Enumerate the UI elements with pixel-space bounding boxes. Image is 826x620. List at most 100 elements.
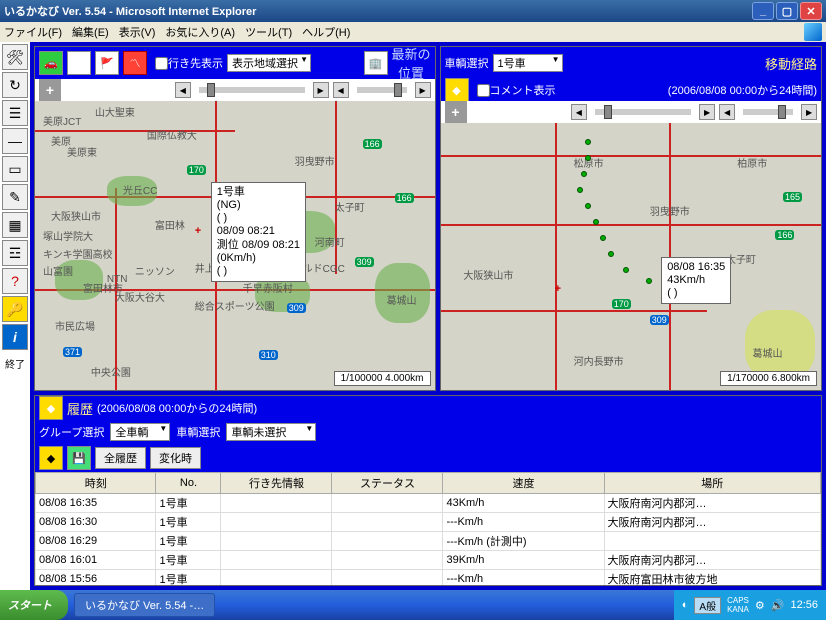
- table-row[interactable]: 08/08 16:011号車39Km/h大阪府南河内郡河…: [36, 551, 821, 570]
- right-map-canvas[interactable]: 松原市 柏原市 羽曳野市 太子町 大阪狭山市 河内長野市 葛城山 165 166…: [441, 123, 821, 390]
- menu-file[interactable]: ファイル(F): [4, 24, 62, 40]
- right-slider1-dec[interactable]: ◀: [571, 104, 587, 120]
- left-tool-zigzag-icon[interactable]: 〽: [123, 51, 147, 75]
- left-slider1[interactable]: [199, 87, 305, 93]
- window-maximize-button[interactable]: ▢: [776, 2, 798, 20]
- region-select-dropdown[interactable]: 表示地域選択: [227, 54, 311, 72]
- col-time[interactable]: 時刻: [36, 473, 156, 494]
- tool-rect[interactable]: ▭: [2, 156, 28, 182]
- history-change-button[interactable]: 変化時: [150, 447, 201, 469]
- tool-info[interactable]: i: [2, 324, 28, 350]
- table-row[interactable]: 08/08 16:291号車---Km/h (計測中): [36, 532, 821, 551]
- map-label: 光丘CC: [123, 182, 157, 197]
- left-crosshair-icon: +: [195, 225, 209, 239]
- sidebar-toolbar: 🛠 ↻ ☰ — ▭ ✎ ▦ ☲ ? 🔑 i 終了: [0, 42, 30, 590]
- table-row[interactable]: 08/08 15:561号車---Km/h大阪府富田林市彼方地: [36, 570, 821, 586]
- window-minimize-button[interactable]: _: [752, 2, 774, 20]
- history-button-row: ◆ 💾 全履歴 変化時: [35, 444, 821, 472]
- tray-caps-icon[interactable]: CAPSKANA: [727, 596, 749, 614]
- system-tray: ◐ A般 CAPSKANA ⚙ 🔊 12:56: [674, 590, 826, 620]
- tool-line[interactable]: —: [2, 128, 28, 154]
- content-area: 🛠 ↻ ☰ — ▭ ✎ ▦ ☲ ? 🔑 i 終了 🚗 〰 🚩 〽 行き先表示: [0, 42, 826, 590]
- right-slider1-inc[interactable]: ▶: [699, 104, 715, 120]
- left-tool-route-icon[interactable]: 〰: [67, 51, 91, 75]
- right-slider2-dec[interactable]: ◀: [719, 104, 735, 120]
- col-speed[interactable]: 速度: [443, 473, 604, 494]
- tray-icon[interactable]: ◐: [682, 599, 689, 611]
- start-button[interactable]: スタート: [0, 590, 68, 620]
- col-status[interactable]: ステータス: [332, 473, 443, 494]
- history-table-wrap[interactable]: 時刻 No. 行き先情報 ステータス 速度 場所 08/08 16:351号車4…: [35, 472, 821, 585]
- tool-help[interactable]: ?: [2, 268, 28, 294]
- taskbar-app-button[interactable]: いるかなび Ver. 5.54 -…: [74, 593, 215, 617]
- menu-tools[interactable]: ツール(T): [245, 24, 292, 40]
- comment-display-checkbox[interactable]: コメント表示: [477, 82, 556, 98]
- ie-logo-icon: [804, 23, 822, 41]
- tray-sound-icon[interactable]: 🔊: [771, 599, 785, 612]
- left-slider2-dec[interactable]: ◀: [333, 82, 349, 98]
- table-row[interactable]: 08/08 16:301号車---Km/h大阪府南河内郡河…: [36, 513, 821, 532]
- left-map-panel: 🚗 〰 🚩 〽 行き先表示 表示地域選択 🏢 最新の 位置 +: [34, 46, 436, 391]
- left-building-icon[interactable]: 🏢: [364, 51, 388, 75]
- sidebar-end-label[interactable]: 終了: [5, 356, 25, 371]
- map-label: 総合スポーツ公園: [195, 298, 275, 313]
- history-title: 履歴: [67, 399, 93, 418]
- group-select-dropdown[interactable]: 全車輌: [110, 423, 170, 441]
- right-slider1[interactable]: [595, 109, 691, 115]
- map-label: 太子町: [335, 199, 365, 214]
- vehicle-select-label: 車輌選択: [445, 55, 489, 71]
- history-icon-button[interactable]: ◆: [39, 396, 63, 420]
- col-place[interactable]: 場所: [604, 473, 820, 494]
- left-map-canvas[interactable]: 山大聖東 国際仏教大 美原JCT 美原 美原東 羽曳野市 光丘CC 美和 太子町…: [35, 101, 435, 390]
- history-vehicle-label: 車輌選択: [176, 424, 220, 440]
- tray-misc-icon[interactable]: ⚙: [755, 599, 765, 612]
- history-all-button[interactable]: 全履歴: [95, 447, 146, 469]
- tool-hammer[interactable]: 🛠: [2, 44, 28, 70]
- menu-view[interactable]: 表示(V): [119, 24, 156, 40]
- table-row[interactable]: 08/08 16:351号車43Km/h大阪府南河内郡河…: [36, 494, 821, 513]
- right-pan-plus-button[interactable]: +: [445, 101, 467, 123]
- map-label: 富田林: [155, 217, 185, 232]
- map-label: 国際仏教大: [147, 127, 197, 142]
- left-slider1-inc[interactable]: ▶: [313, 82, 329, 98]
- right-slider2[interactable]: [743, 109, 793, 115]
- window-close-button[interactable]: ✕: [800, 2, 822, 20]
- left-slider2[interactable]: [357, 87, 407, 93]
- left-vehicle-popup: 1号車 (NG) ( ) 08/09 08:21 測位 08/09 08:21 …: [211, 182, 306, 282]
- tool-layers[interactable]: ☰: [2, 100, 28, 126]
- history-save-icon[interactable]: 💾: [67, 446, 91, 470]
- history-vehicle-dropdown[interactable]: 車輌未選択: [226, 423, 316, 441]
- tool-grid[interactable]: ▦: [2, 212, 28, 238]
- map-label: 美原東: [67, 144, 97, 159]
- history-header: ◆ 履歴 (2006/08/08 00:00からの24時間): [35, 396, 821, 420]
- map-label: 葛城山: [387, 292, 417, 307]
- ime-indicator[interactable]: A般: [694, 597, 721, 614]
- tool-pencil[interactable]: ✎: [2, 184, 28, 210]
- col-no[interactable]: No.: [156, 473, 221, 494]
- menu-edit[interactable]: 編集(E): [72, 24, 109, 40]
- right-map-panel: 車輌選択 1号車 移動経路 ◆ コメント表示 (2006/08/08 00:00…: [440, 46, 822, 391]
- left-tool-flag-icon[interactable]: 🚩: [95, 51, 119, 75]
- tool-key[interactable]: 🔑: [2, 296, 28, 322]
- col-dest[interactable]: 行き先情報: [221, 473, 332, 494]
- map-label: ニッソン: [135, 263, 175, 278]
- left-tool-car-icon[interactable]: 🚗: [39, 51, 63, 75]
- tool-refresh[interactable]: ↻: [2, 72, 28, 98]
- map-label: 中央公園: [91, 364, 131, 379]
- left-slider2-inc[interactable]: ▶: [415, 82, 431, 98]
- left-slider1-dec[interactable]: ◀: [175, 82, 191, 98]
- show-destination-checkbox[interactable]: 行き先表示: [155, 55, 223, 71]
- tray-clock[interactable]: 12:56: [790, 599, 818, 611]
- history-shape-icon[interactable]: ◆: [39, 446, 63, 470]
- map-label: キンキ学園高校: [43, 246, 113, 261]
- menu-help[interactable]: ヘルプ(H): [302, 24, 350, 40]
- left-pan-plus-button[interactable]: +: [39, 79, 61, 101]
- right-panel-header: 車輌選択 1号車 移動経路: [441, 47, 821, 79]
- tool-list[interactable]: ☲: [2, 240, 28, 266]
- history-panel: ◆ 履歴 (2006/08/08 00:00からの24時間) グループ選択 全車…: [34, 395, 822, 586]
- right-tool-shape-icon[interactable]: ◆: [445, 78, 469, 102]
- vehicle-select-dropdown[interactable]: 1号車: [493, 54, 563, 72]
- menu-favorites[interactable]: お気に入り(A): [165, 24, 235, 40]
- right-slider2-inc[interactable]: ▶: [801, 104, 817, 120]
- map-label: 羽曳野市: [650, 203, 690, 218]
